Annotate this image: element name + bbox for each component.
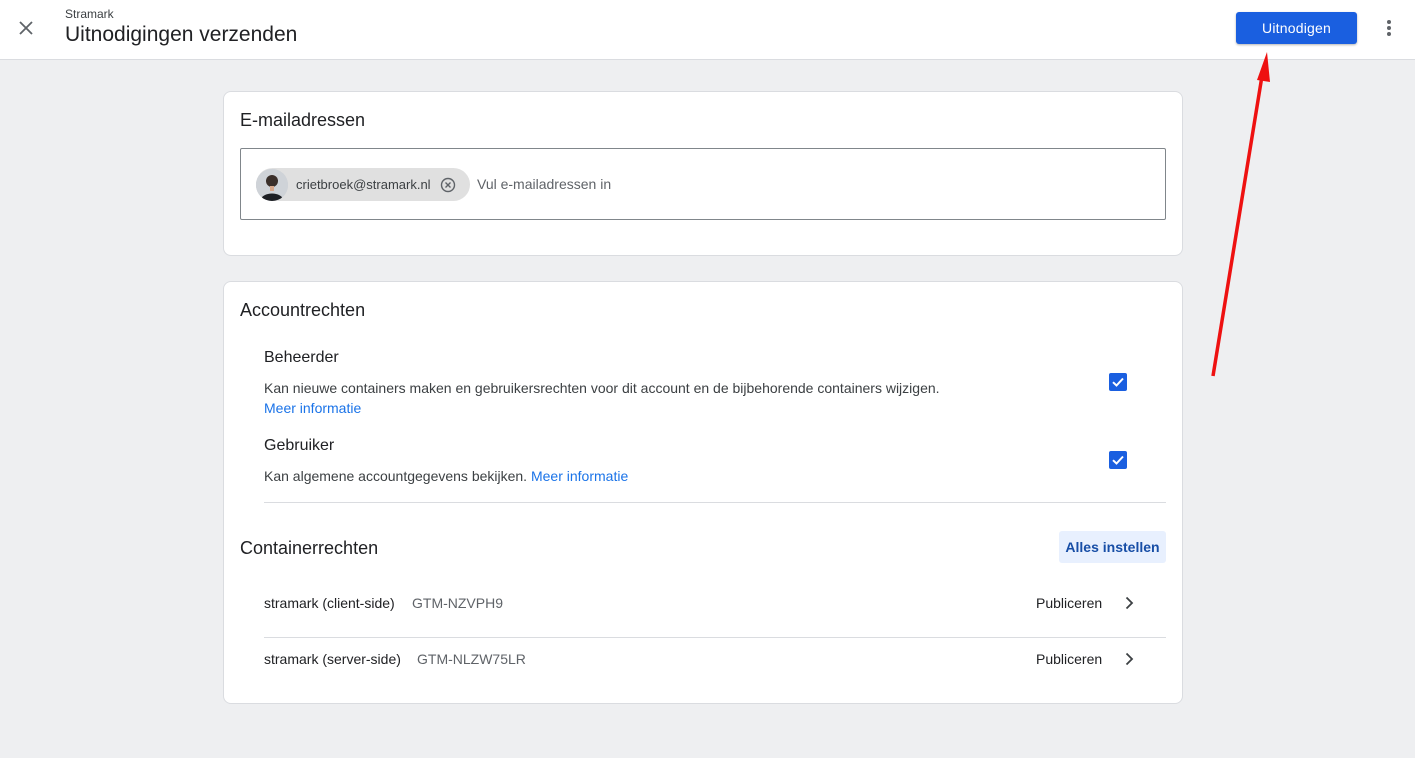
account-name: Stramark <box>65 7 114 21</box>
role-admin-title: Beheerder <box>264 349 339 366</box>
role-user-title: Gebruiker <box>264 437 335 454</box>
checkmark-icon <box>1112 377 1124 387</box>
user-checkbox[interactable] <box>1109 451 1127 469</box>
container-id: GTM-NLZW75LR <box>417 651 526 667</box>
email-input[interactable] <box>477 176 877 192</box>
email-card: E-mailadressen crietbroek@stramark.nl <box>223 91 1183 256</box>
email-chip[interactable]: crietbroek@stramark.nl <box>256 168 470 201</box>
container-name: stramark (server-side) <box>264 651 401 667</box>
page-title: Uitnodigingen verzenden <box>65 23 298 46</box>
invite-button[interactable]: Uitnodigen <box>1236 12 1357 44</box>
user-more-info-link[interactable]: Meer informatie <box>531 468 628 484</box>
container-role: Publiceren <box>1036 651 1103 667</box>
container-name: stramark (client-side) <box>264 595 395 611</box>
close-icon <box>19 21 33 35</box>
checkmark-icon <box>1112 455 1124 465</box>
avatar <box>256 168 288 201</box>
more-vert-icon <box>1387 20 1391 36</box>
container-row[interactable]: stramark (client-side) GTM-NZVPH9 Public… <box>264 582 1166 638</box>
container-role: Publiceren <box>1036 595 1103 611</box>
close-button[interactable] <box>12 14 40 42</box>
role-admin-description: Kan nieuwe containers maken en gebruiker… <box>264 380 940 396</box>
chevron-right-icon[interactable] <box>1122 649 1136 669</box>
divider <box>264 502 1166 503</box>
container-id: GTM-NZVPH9 <box>412 595 503 611</box>
set-all-button[interactable]: Alles instellen <box>1059 531 1166 563</box>
container-rights-title: Containerrechten <box>240 538 379 558</box>
rights-card: Accountrechten Beheerder Kan nieuwe cont… <box>223 281 1183 704</box>
admin-checkbox[interactable] <box>1109 373 1127 391</box>
chevron-right-icon[interactable] <box>1122 593 1136 613</box>
role-user-description: Kan algemene accountgegevens bekijken. <box>264 468 528 484</box>
top-bar: Stramark Uitnodigingen verzenden Uitnodi… <box>0 0 1415 60</box>
remove-chip-button[interactable] <box>439 176 457 194</box>
email-section-title: E-mailadressen <box>240 110 366 130</box>
cancel-circle-icon <box>440 177 455 192</box>
container-row[interactable]: stramark (server-side) GTM-NLZW75LR Publ… <box>264 638 1166 694</box>
more-options-button[interactable] <box>1376 14 1402 42</box>
email-field[interactable]: crietbroek@stramark.nl <box>240 148 1166 220</box>
account-rights-title: Accountrechten <box>240 300 366 320</box>
admin-more-info-link[interactable]: Meer informatie <box>264 400 361 416</box>
chip-email-text: crietbroek@stramark.nl <box>296 177 431 192</box>
